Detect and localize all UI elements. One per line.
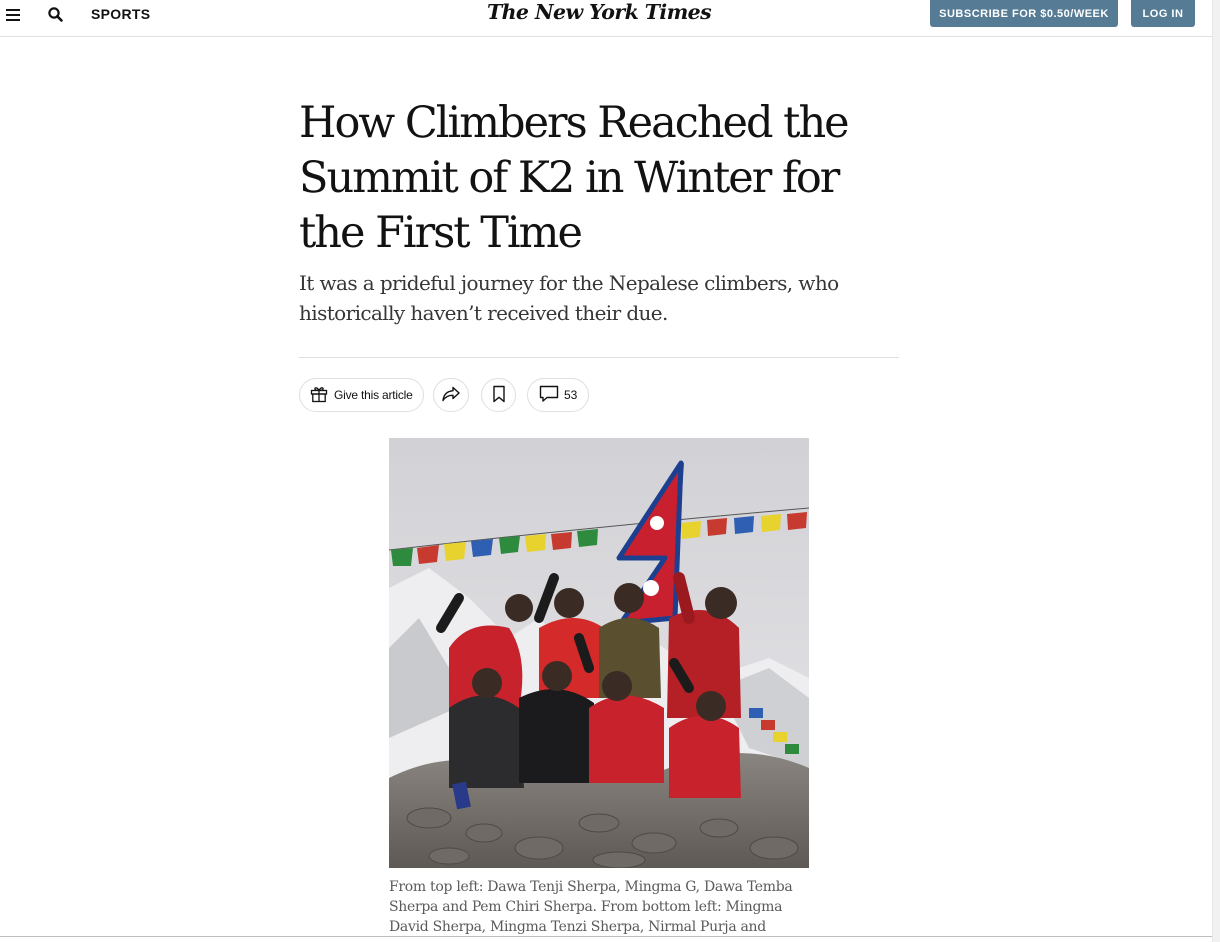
speech-bubble-icon (539, 385, 559, 406)
login-button[interactable]: LOG IN (1131, 0, 1195, 27)
bookmark-icon (492, 385, 506, 406)
comment-count: 53 (564, 388, 578, 402)
gift-article-button[interactable]: Give this article (299, 378, 424, 412)
share-button[interactable] (433, 378, 469, 412)
save-button[interactable] (481, 378, 516, 412)
lead-photo-climbers-k2[interactable] (389, 438, 809, 868)
header-divider (299, 357, 899, 358)
top-nav-bar: SPORTS The New York Times SUBSCRIBE FOR … (0, 0, 1212, 37)
viewport-bottom-border (0, 936, 1212, 937)
page-scrollbar[interactable] (1212, 0, 1220, 942)
share-arrow-icon (441, 385, 461, 406)
gift-article-label: Give this article (334, 388, 413, 402)
article-headline: How Climbers Reached the Summit of K2 in… (299, 98, 850, 258)
subscribe-button[interactable]: SUBSCRIBE FOR $0.50/WEEK (930, 0, 1118, 27)
comments-button[interactable]: 53 (527, 378, 589, 412)
article-summary: It was a prideful journey for the Nepale… (299, 271, 839, 325)
gift-icon (310, 385, 328, 406)
lead-photo-illustration (389, 438, 809, 868)
photo-caption: From top left: Dawa Tenji Sherpa, Mingma… (389, 879, 793, 935)
